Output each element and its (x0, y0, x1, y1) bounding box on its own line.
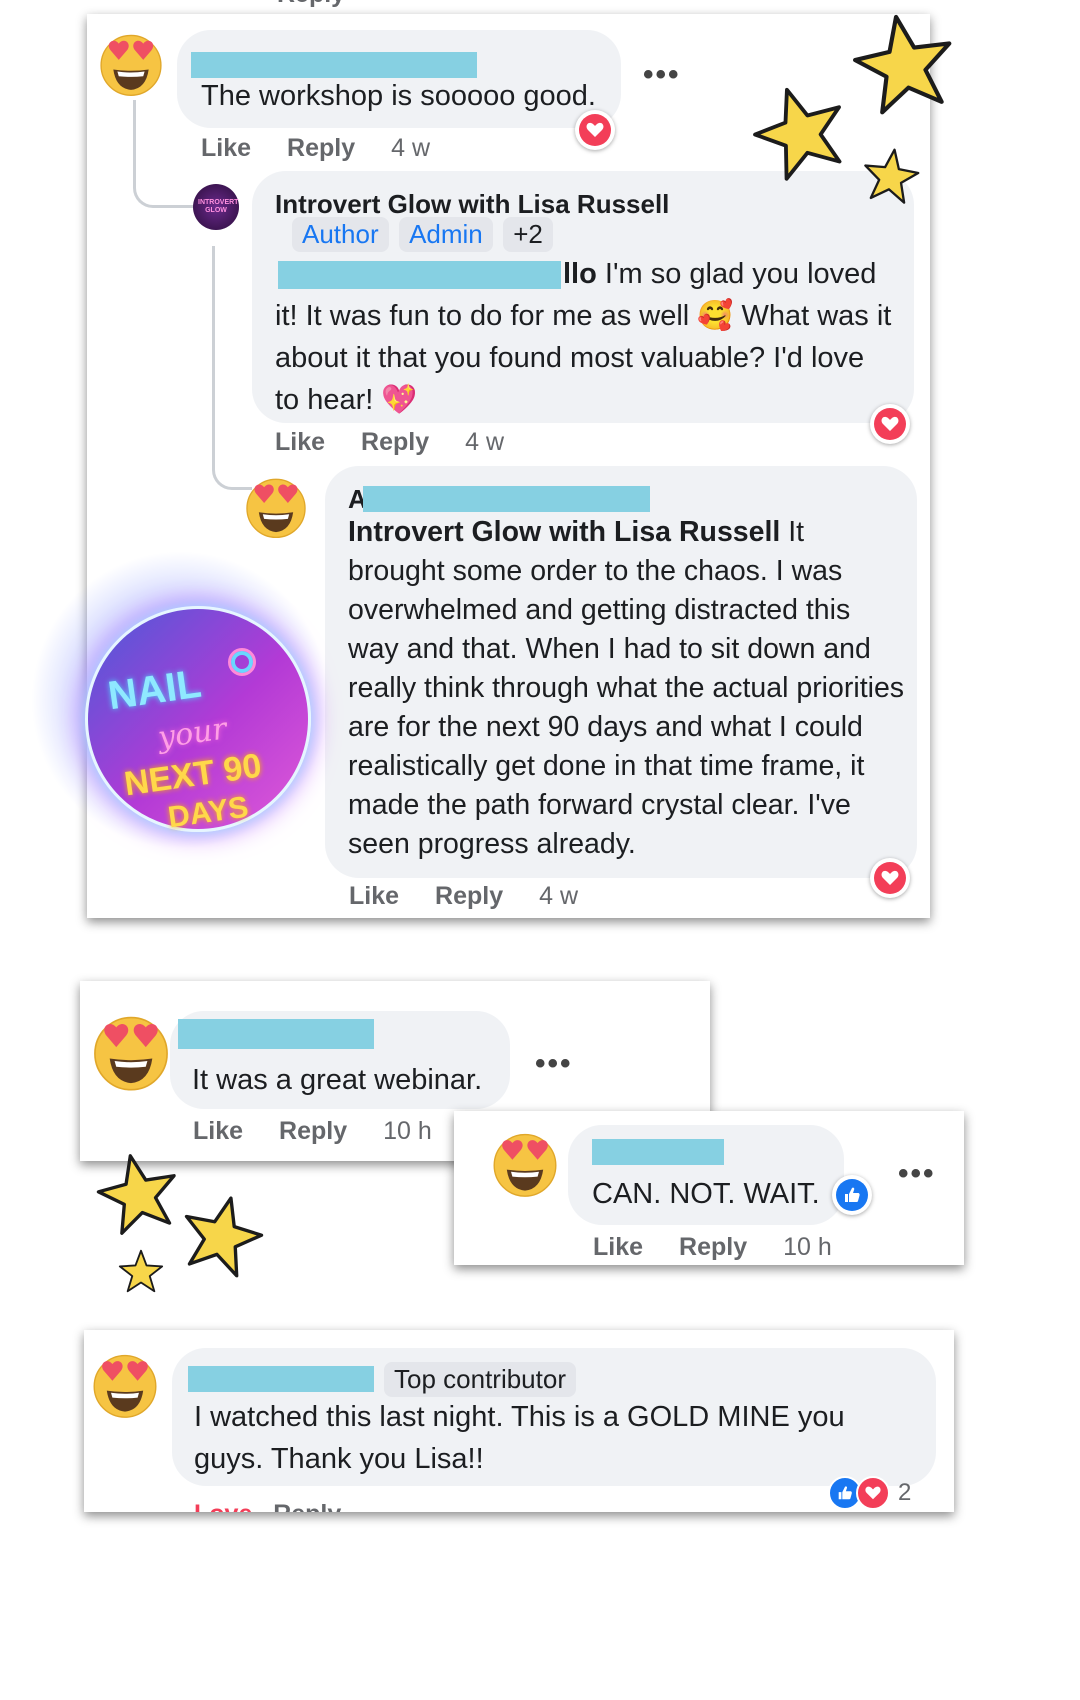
comment-actions: Like Reply 4 w (201, 134, 430, 163)
avatar-text: INTROVERT GLOW (198, 199, 239, 214)
like-button[interactable]: Like (349, 882, 399, 911)
reply-button[interactable]: Reply (279, 1117, 347, 1146)
love-icon (856, 1476, 890, 1510)
reply-button[interactable]: Reply (435, 882, 503, 911)
cut-off-action-row: Love Reply (194, 1500, 434, 1512)
reply-bubble: A Introvert Glow with Lisa Russell It br… (325, 466, 917, 878)
redacted-name (178, 1019, 374, 1049)
author-avatar[interactable]: INTROVERT GLOW (193, 184, 239, 230)
comment-bubble: CAN. NOT. WAIT. (568, 1125, 844, 1225)
timestamp: 4 w (539, 882, 579, 910)
timestamp: 4 w (465, 428, 505, 456)
comment-actions: Like Reply 10 h (593, 1233, 832, 1262)
reply-actions: Like Reply 4 w (349, 882, 578, 911)
comment-bubble: The workshop is sooooo good. (177, 30, 621, 128)
star-decoration-icon (118, 1248, 164, 1294)
more-options-icon[interactable]: ••• (535, 1047, 573, 1081)
comment-text: CAN. NOT. WAIT. (592, 1178, 820, 1210)
comment-text: It was a great webinar. (192, 1064, 483, 1096)
like-button[interactable]: Like (193, 1117, 243, 1146)
commenter-avatar[interactable] (243, 474, 309, 540)
timestamp: 10 h (383, 1117, 432, 1145)
commenter-avatar[interactable] (90, 1011, 172, 1093)
reply-text: Introvert Glow with Lisa Russell It brou… (348, 513, 906, 864)
love-reaction[interactable] (575, 110, 615, 150)
logo-target-icon (228, 648, 256, 676)
redacted-name (592, 1139, 724, 1165)
thread-line (133, 100, 193, 208)
reply-button[interactable]: Reply (361, 428, 429, 457)
author-name[interactable]: Introvert Glow with Lisa Russell (275, 189, 669, 220)
comment-bubble: It was a great webinar. (170, 1011, 510, 1109)
timestamp: 10 h (783, 1233, 832, 1261)
reply-button[interactable]: Reply (679, 1233, 747, 1262)
like-reaction[interactable] (832, 1175, 872, 1215)
reply-body: It brought some order to the chaos. I wa… (348, 516, 905, 860)
thread-line (212, 246, 252, 490)
commenter-avatar[interactable] (97, 30, 165, 98)
cut-off-action-row: Reply (277, 0, 397, 10)
like-button[interactable]: Like (593, 1233, 643, 1262)
nail-your-next-90-days-logo: NAIL your NEXT 90 DAYS (0, 540, 340, 860)
star-decoration-icon (844, 2, 964, 122)
star-decoration-icon (88, 1142, 188, 1242)
commenter-avatar[interactable] (90, 1350, 160, 1420)
reply-actions: Like Reply 4 w (275, 428, 504, 457)
like-button[interactable]: Like (275, 428, 325, 457)
mention-tail: llo (563, 258, 597, 290)
like-button[interactable]: Like (201, 134, 251, 163)
redacted-name (363, 486, 650, 512)
reply-button[interactable]: Reply (287, 134, 355, 163)
reaction-count: 2 (898, 1479, 912, 1506)
more-options-icon[interactable]: ••• (643, 58, 681, 92)
comment-text: I watched this last night. This is a GOL… (194, 1401, 845, 1475)
reactions-summary[interactable]: 2 (828, 1476, 911, 1510)
love-reaction[interactable] (870, 858, 910, 898)
comment-text: The workshop is sooooo good. (201, 80, 596, 112)
reply-bubble: Introvert Glow with Lisa Russell Author … (252, 171, 914, 423)
star-decoration-icon (171, 1183, 273, 1285)
comment-card-4: Top contributor I watched this last nigh… (84, 1330, 954, 1512)
reply-text: llo I'm so glad you loved it! It was fun… (275, 253, 895, 421)
top-contributor-badge: Top contributor (384, 1362, 576, 1397)
commenter-avatar[interactable] (490, 1129, 560, 1199)
timestamp: 4 w (391, 134, 431, 162)
author-badges: Author Admin +2 (292, 217, 559, 252)
badge-admin: Admin (399, 217, 493, 252)
comment-bubble: Top contributor I watched this last nigh… (172, 1348, 936, 1486)
more-options-icon[interactable]: ••• (898, 1157, 936, 1191)
badge-more: +2 (503, 217, 553, 252)
mention[interactable]: Introvert Glow with Lisa Russell (348, 516, 780, 548)
badge-author: Author (292, 217, 389, 252)
star-decoration-icon (858, 142, 924, 208)
comment-actions: Like Reply 10 h (193, 1117, 432, 1146)
comment-card-3: CAN. NOT. WAIT. ••• Like Reply 10 h (454, 1111, 964, 1265)
love-reaction[interactable] (870, 404, 910, 444)
redacted-name (188, 1366, 374, 1392)
